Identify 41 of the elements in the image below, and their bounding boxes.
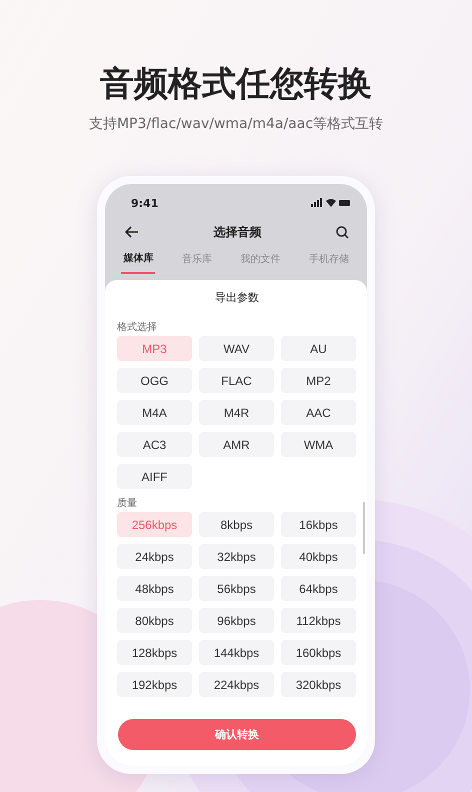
option-chip[interactable]: 8kbps [199,512,274,537]
option-chip[interactable]: AAC [281,400,356,425]
option-chip[interactable]: 56kbps [199,576,274,601]
nav-title: 选择音频 [214,224,262,240]
option-chip[interactable]: M4R [199,400,274,425]
option-chip[interactable]: AU [281,336,356,361]
option-chip[interactable]: 160kbps [281,640,356,665]
option-chip[interactable]: 320kbps [281,672,356,697]
section-label: 格式选择 [117,322,158,334]
section-label: 质量 [117,498,138,510]
option-chip[interactable]: 64kbps [281,576,356,601]
option-chip[interactable]: 16kbps [281,512,356,537]
option-chip[interactable]: AC3 [117,432,192,457]
option-chip[interactable]: 40kbps [281,544,356,569]
back-icon[interactable] [125,226,139,238]
option-chip[interactable]: MP2 [281,368,356,393]
option-chip[interactable]: AIFF [117,464,192,489]
option-chip[interactable]: 192kbps [117,672,192,697]
option-chip[interactable]: OGG [117,368,192,393]
option-chip[interactable]: M4A [117,400,192,425]
option-chip[interactable]: 128kbps [117,640,192,665]
option-chip[interactable]: WAV [199,336,274,361]
option-chip[interactable]: 112kbps [281,608,356,633]
option-chip[interactable]: 48kbps [117,576,192,601]
scrollbar [363,502,365,554]
tab[interactable]: 媒体库 [121,250,156,274]
sheet-title: 导出参数 [214,290,260,306]
option-chip[interactable]: 80kbps [117,608,192,633]
option-chip[interactable]: 224kbps [199,672,274,697]
status-icons [311,198,351,208]
subtitle: 支持MP3/flac/wav/wma/m4a/aac等格式互转 [88,115,384,134]
search-icon[interactable] [336,226,349,238]
option-chip[interactable]: AMR [199,432,274,457]
headline: 音频格式任您转换 [100,63,372,106]
option-chip[interactable]: 96kbps [199,608,274,633]
option-chip[interactable]: 144kbps [199,640,274,665]
option-chip[interactable]: FLAC [199,368,274,393]
option-chip[interactable]: 24kbps [117,544,192,569]
option-chip[interactable]: WMA [281,432,356,457]
option-chip[interactable]: 32kbps [199,544,274,569]
status-time: 9:41 [131,196,158,210]
